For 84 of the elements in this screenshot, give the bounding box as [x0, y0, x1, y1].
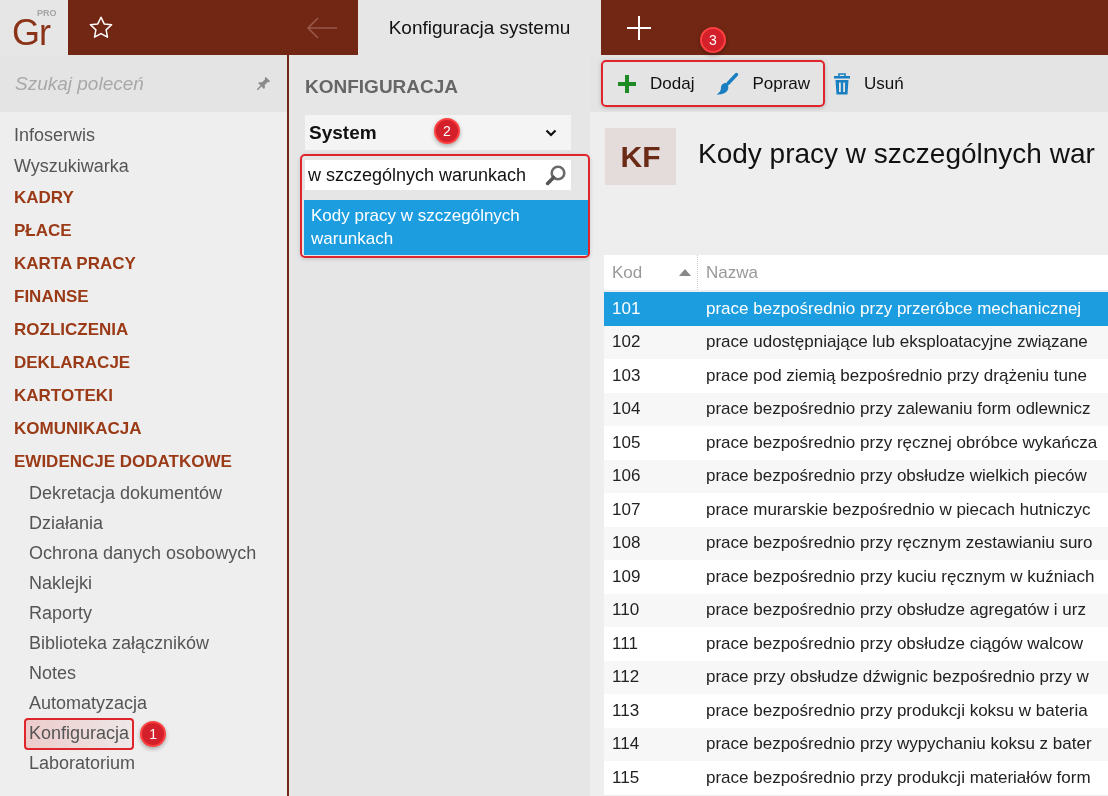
table-cell-text: prace bezpośrednio przy produkcji materiałów form	[705, 767, 1091, 788]
table-cell-text: 107	[611, 499, 642, 520]
table-cell-text: 114	[611, 734, 641, 755]
table-cell-text: prace bezpośrednio przy ręcznym zestawianiu suro	[705, 533, 1093, 554]
sidebar-item[interactable]: Biblioteka załączników	[29, 628, 210, 659]
table-cell-text: 106	[611, 466, 642, 487]
table-cell-text: 103	[611, 365, 642, 386]
table-cell-text: prace bezpośrednio przy kuciu ręcznym w kuźniach	[705, 566, 1095, 587]
table-cell-text: prace bezpośrednio przy przeróbce mechanicznej	[705, 298, 1082, 319]
table-cell-text: prace udostępniające lub eksploatacyjne związane	[705, 332, 1088, 353]
table-cell-text: prace murarskie bezpośrednio w piecach hutniczyc	[705, 499, 1091, 520]
brush-icon	[715, 71, 740, 96]
table-row[interactable]: 102 prace udostępniające lub eksploatacyjne związane	[604, 325, 1108, 359]
table-cell-text: 101	[611, 298, 642, 319]
sidebar-item[interactable]: Działania	[29, 508, 104, 539]
sidebar-section[interactable]: KARTA PRACY	[14, 247, 136, 281]
table-cell-text: prace bezpośrednio przy obsłudze ciągów walcow	[705, 633, 1084, 654]
initials-tile: KF	[605, 128, 676, 185]
table-cell-text: 102	[611, 332, 642, 353]
record-title: Kody pracy w szczególnych war	[698, 137, 1095, 170]
sidebar-item[interactable]: Konfiguracja	[24, 717, 135, 750]
table-cell-text: prace bezpośrednio przy obsłudze agregatów i urz	[705, 600, 1086, 621]
table-row[interactable]: 112 prace przy obsłudze dźwignic bezpośrednio przy w	[604, 660, 1108, 694]
table-cell-text: 109	[611, 566, 642, 587]
sidebar-link[interactable]: Wyszukiwarka	[14, 150, 129, 182]
sidebar-section[interactable]: FINANSE	[14, 280, 89, 314]
sidebar-item[interactable]: Automatyzacja	[29, 688, 148, 719]
sidebar-item[interactable]: Ochrona danych osobowych	[29, 538, 257, 569]
edition-label: PRO	[37, 7, 57, 18]
table-cell-text: 112	[611, 667, 641, 688]
table-cell-text: prace bezpośrednio przy zalewaniu form odlewnicz	[705, 399, 1091, 420]
edit-button[interactable]: Popraw	[715, 67, 811, 100]
table-row[interactable]: 107 prace murarskie bezpośrednio w piecach hutniczyc	[604, 493, 1108, 527]
table-row[interactable]: 108 prace bezpośrednio przy ręcznym zestawianiu suro	[604, 526, 1108, 560]
plus-icon[interactable]	[627, 15, 651, 40]
table-row[interactable]: 103 prace pod ziemią bezpośrednio przy drążeniu tune	[604, 359, 1108, 393]
app-logo: Gr	[12, 18, 50, 47]
panel-heading: KONFIGURACJA	[305, 75, 459, 99]
sidebar-link[interactable]: Infoserwis	[14, 119, 96, 151]
sidebar-section[interactable]: EWIDENCJE DODATKOWE	[14, 445, 232, 479]
table-row[interactable]: 109 prace bezpośrednio przy kuciu ręcznym w kuźniach	[604, 560, 1108, 594]
table-cell-text: 115	[611, 767, 641, 788]
table-row[interactable]: 106 prace bezpośrednio przy obsłudze wielkich pieców	[604, 459, 1108, 493]
pin-icon[interactable]	[254, 74, 272, 93]
sidebar-section[interactable]: DEKLARACJE	[14, 346, 131, 380]
sidebar-section[interactable]: KADRY	[14, 181, 74, 215]
sidebar-section[interactable]: KARTOTEKI	[14, 379, 113, 413]
chevron-down-icon	[545, 128, 557, 137]
sidebar-item[interactable]: Naklejki	[29, 568, 93, 599]
table-row[interactable]: 110 prace bezpośrednio przy obsłudze agregatów i urz	[604, 593, 1108, 627]
star-icon[interactable]	[89, 15, 113, 40]
table-cell-text: 108	[611, 533, 642, 554]
table-cell-text: prace bezpośrednio przy obsłudze wielkich pieców	[705, 466, 1087, 487]
plus-icon	[617, 73, 637, 94]
table-row[interactable]: 113 prace bezpośrednio przy produkcji koksu w bateria	[604, 694, 1108, 728]
sidebar-item[interactable]: Notes	[29, 658, 77, 689]
callout-badge: 1	[140, 720, 167, 747]
sidebar-section[interactable]: ROZLICZENIA	[14, 313, 129, 347]
search-icon[interactable]	[545, 164, 567, 186]
table-cell-text: 113	[611, 700, 641, 721]
table-cell-text: prace bezpośrednio przy wypychaniu koksu z bater	[705, 734, 1092, 755]
table-cell-text: 110	[611, 600, 641, 621]
table-cell-text: 111	[611, 633, 639, 654]
sidebar-item[interactable]: Raporty	[29, 598, 93, 629]
table-cell-text: prace bezpośrednio przy produkcji koksu w bateria	[705, 700, 1088, 721]
tab[interactable]: Konfiguracja systemu	[358, 0, 601, 55]
table-row[interactable]: 105 prace bezpośrednio przy ręcznej obróbce wykańcza	[604, 426, 1108, 460]
sidebar-item[interactable]: Dekretacja dokumentów	[29, 478, 223, 509]
table-row[interactable]: 114 prace bezpośrednio przy wypychaniu koksu z bater	[604, 727, 1108, 761]
delete-button[interactable]: Usuń	[833, 67, 904, 100]
sidebar-section[interactable]: PŁACE	[14, 214, 72, 248]
table-cell-text: prace pod ziemią bezpośrednio przy drążeniu tune	[705, 365, 1087, 386]
trash-icon	[833, 72, 852, 95]
sidebar-item[interactable]: Laboratorium	[29, 748, 136, 779]
table-cell-text: 104	[611, 399, 642, 420]
sidebar-section[interactable]: KOMUNIKACJA	[14, 412, 142, 446]
table-cell-text: 105	[611, 432, 642, 453]
table-row[interactable]: 115 prace bezpośrednio przy produkcji materiałów form	[604, 761, 1108, 795]
add-button[interactable]: Dodaj	[617, 67, 695, 100]
table-row[interactable]: 111 prace bezpośrednio przy obsłudze ciągów walcow	[604, 627, 1108, 661]
table-cell-text: prace przy obsłudze dźwignic bezpośrednio przy w	[705, 667, 1089, 688]
search-field[interactable]: w szczególnych warunkach	[305, 160, 571, 190]
table-row[interactable]: 104 prace bezpośrednio przy zalewaniu form odlewnicz	[604, 392, 1108, 426]
table-cell-text: prace bezpośrednio przy ręcznej obróbce wykańcza	[705, 432, 1098, 453]
